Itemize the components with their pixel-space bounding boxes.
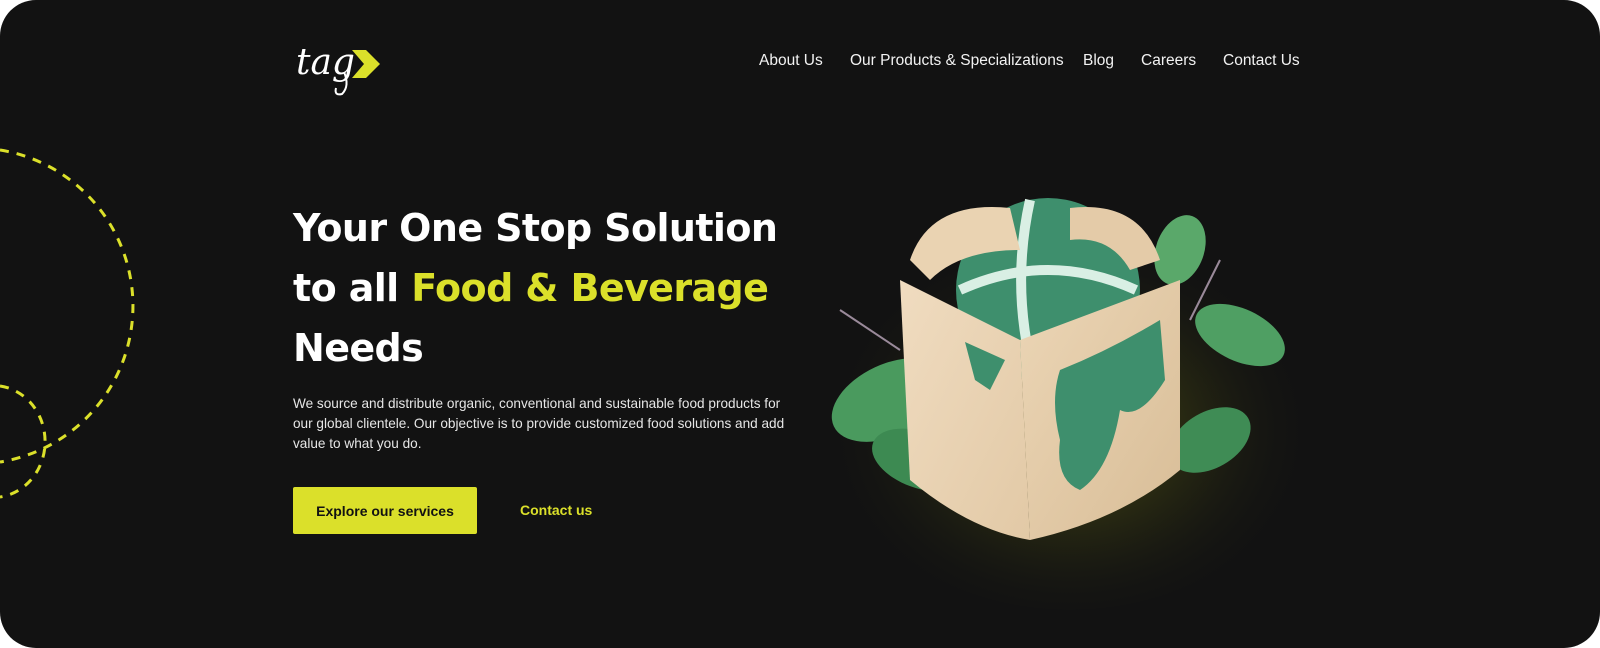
nav-products-specializations[interactable]: Our Products & Specializations [850,52,1064,70]
globe-box-illustration [820,198,1320,610]
decorative-dashed-arcs [0,148,135,499]
large-dashed-arc [0,148,135,464]
contact-us-link[interactable]: Contact us [520,502,592,518]
nav-blog[interactable]: Blog [1083,52,1114,70]
hero-frame: tag About Us Our Products & Specializati… [0,0,1600,648]
headline-line-2-prefix: to all [293,266,412,310]
tag-logo[interactable]: tag [294,36,386,98]
small-dashed-arc [0,384,47,499]
hero-description: We source and distribute organic, conven… [293,396,785,451]
headline-line-1: Your One Stop Solution [293,206,778,250]
nav-careers[interactable]: Careers [1141,52,1196,70]
hero-headline: Your One Stop Solution to all Food & Bev… [293,198,813,378]
logo-graphic: tag [296,42,380,96]
explore-services-button[interactable]: Explore our services [293,487,477,534]
nav-contact-us[interactable]: Contact Us [1223,52,1300,70]
headline-line-3: Needs [293,326,424,370]
logo-chevron-icon [352,50,380,78]
nav-about-us[interactable]: About Us [759,52,823,70]
headline-highlight: Food & Beverage [411,266,769,310]
